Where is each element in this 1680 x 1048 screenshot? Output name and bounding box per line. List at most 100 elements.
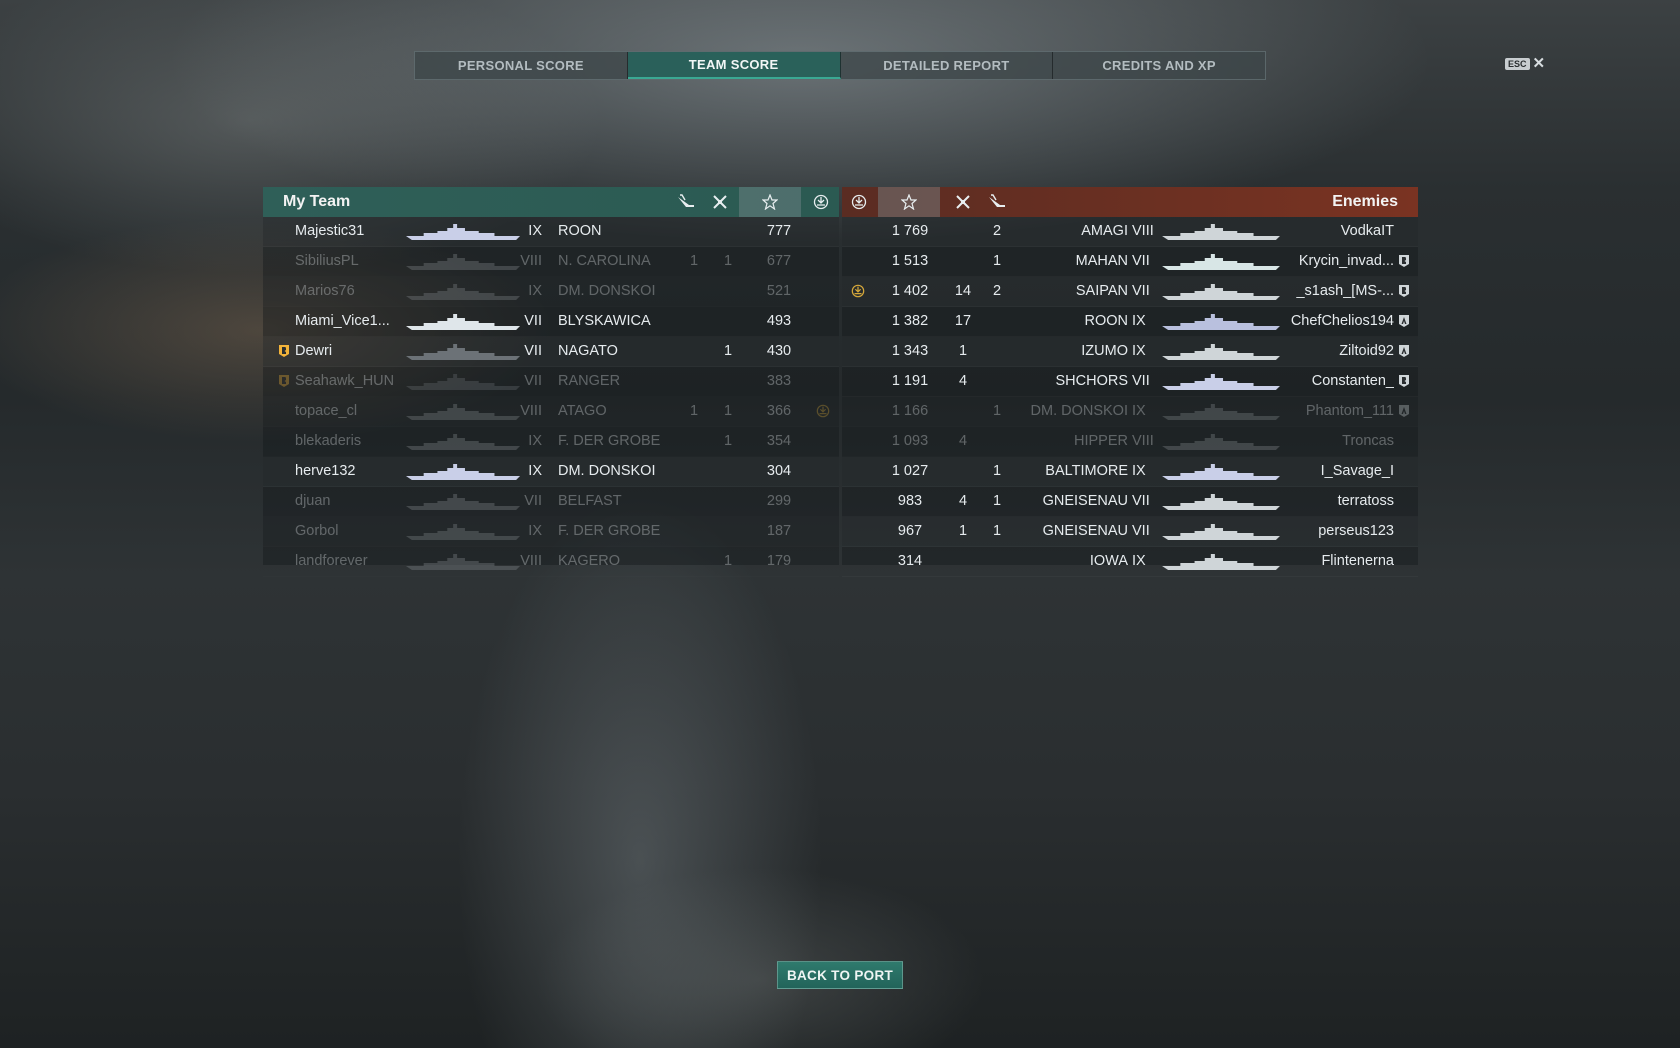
planes-shot-icon[interactable] bbox=[669, 187, 703, 217]
player-name[interactable]: I_Savage_I bbox=[1270, 457, 1394, 486]
back-to-port-button[interactable]: BACK TO PORT bbox=[777, 961, 903, 989]
planes-shot-count bbox=[677, 367, 711, 396]
tab-credits-and-xp[interactable]: CREDITS AND XP bbox=[1053, 52, 1265, 79]
my-team-title: My Team bbox=[283, 193, 351, 210]
player-name[interactable]: Constanten_ bbox=[1270, 367, 1394, 396]
player-row[interactable]: terratoss VII GNEISENAU 1 4 983 bbox=[842, 487, 1418, 517]
tab-personal-score[interactable]: PERSONAL SCORE bbox=[415, 52, 628, 79]
ship-name: KAGERO bbox=[558, 553, 621, 569]
player-name[interactable]: ChefChelios194 bbox=[1270, 307, 1394, 336]
close-button[interactable]: ESC ✕ bbox=[1505, 56, 1545, 71]
player-row[interactable]: landforever VIII KAGERO 1 179 bbox=[263, 547, 839, 577]
player-row[interactable]: Dewri VII NAGATO 1 430 bbox=[263, 337, 839, 367]
ship-name: HIPPER bbox=[1074, 433, 1128, 449]
player-name[interactable]: Phantom_111 bbox=[1270, 397, 1394, 426]
ships-destroyed-icon[interactable] bbox=[703, 187, 737, 217]
score-value: 354 bbox=[766, 433, 792, 449]
my-team-header: My Team bbox=[263, 187, 839, 217]
planes-shot-count bbox=[677, 457, 711, 486]
player-name[interactable]: herve132 bbox=[295, 457, 407, 486]
player-name[interactable]: Gorbol bbox=[295, 517, 407, 546]
player-row[interactable]: SibiliusPL VIII N. CAROLINA 1 1 677 bbox=[263, 247, 839, 277]
player-row[interactable]: Ziltoid92 IX IZUMO 1 1 343 bbox=[842, 337, 1418, 367]
player-name[interactable]: Marios76 bbox=[295, 277, 407, 306]
ship-tier: VII bbox=[524, 373, 542, 389]
my-team-rows: Majestic31 IX ROON 777 SibiliusPL VIII N. CARO… bbox=[263, 217, 839, 577]
player-row[interactable]: VodkaIT VIII AMAGI 2 1 769 bbox=[842, 217, 1418, 247]
player-name[interactable]: Krycin_invad... bbox=[1270, 247, 1394, 276]
planes-shot-icon[interactable] bbox=[980, 187, 1014, 217]
player-row[interactable]: Constanten_ VII SHCHORS 4 1 191 bbox=[842, 367, 1418, 397]
ship-silhouette-icon bbox=[1160, 251, 1282, 273]
score-star-icon[interactable] bbox=[878, 187, 940, 217]
player-row[interactable]: Gorbol IX F. DER GROBE 187 bbox=[263, 517, 839, 547]
ship-name: DM. DONSKOI bbox=[558, 463, 656, 479]
player-row[interactable]: herve132 IX DM. DONSKOI 304 bbox=[263, 457, 839, 487]
player-row[interactable]: Marios76 IX DM. DONSKOI 521 bbox=[263, 277, 839, 307]
player-row[interactable]: I_Savage_I IX BALTIMORE 1 1 027 bbox=[842, 457, 1418, 487]
base-capture-icon bbox=[807, 307, 839, 336]
base-capture-icon[interactable] bbox=[842, 187, 876, 217]
score-value: 1 513 bbox=[891, 253, 929, 269]
player-name[interactable]: _s1ash_[MS-... bbox=[1270, 277, 1394, 306]
score-value: 1 769 bbox=[891, 223, 929, 239]
base-capture-icon bbox=[842, 337, 874, 366]
player-name[interactable]: Troncas bbox=[1270, 427, 1394, 456]
score-value: 1 402 bbox=[891, 283, 929, 299]
ship-tier: IX bbox=[528, 433, 542, 449]
ship-name: IZUMO bbox=[1081, 343, 1128, 359]
player-row[interactable]: Troncas VIII HIPPER 4 1 093 bbox=[842, 427, 1418, 457]
player-name[interactable]: blekaderis bbox=[295, 427, 407, 456]
player-name[interactable]: Dewri bbox=[295, 337, 407, 366]
score-value: 299 bbox=[766, 493, 792, 509]
player-row[interactable]: Miami_Vice1... VII BLYSKAWICA 493 bbox=[263, 307, 839, 337]
player-row[interactable]: ChefChelios194 IX ROON 17 1 382 bbox=[842, 307, 1418, 337]
base-capture-icon[interactable] bbox=[803, 187, 839, 217]
planes-shot-count bbox=[980, 307, 1014, 336]
ships-destroyed-count: 1 bbox=[723, 343, 733, 359]
base-capture-icon bbox=[807, 247, 839, 276]
player-name[interactable]: VodkaIT bbox=[1270, 217, 1394, 246]
player-row[interactable]: Seahawk_HUN VII RANGER 383 bbox=[263, 367, 839, 397]
score-value: 430 bbox=[766, 343, 792, 359]
ships-destroyed-icon[interactable] bbox=[946, 187, 980, 217]
player-name[interactable]: topace_cl bbox=[295, 397, 407, 426]
player-name[interactable]: Ziltoid92 bbox=[1270, 337, 1394, 366]
planes-shot-count: 2 bbox=[992, 283, 1002, 299]
tab-team-score[interactable]: TEAM SCORE bbox=[627, 52, 841, 79]
player-row[interactable]: _s1ash_[MS-... VII SAIPAN 2 14 1 402 bbox=[842, 277, 1418, 307]
player-name[interactable]: Seahawk_HUN bbox=[295, 367, 407, 396]
player-name[interactable]: djuan bbox=[295, 487, 407, 516]
tab-detailed-report[interactable]: DETAILED REPORT bbox=[841, 52, 1054, 79]
base-capture-icon bbox=[842, 427, 874, 456]
player-row[interactable]: topace_cl VIII ATAGO 1 1 366 bbox=[263, 397, 839, 427]
player-row[interactable]: blekaderis IX F. DER GROBE 1 354 bbox=[263, 427, 839, 457]
player-row[interactable]: djuan VII BELFAST 299 bbox=[263, 487, 839, 517]
player-row[interactable]: Phantom_111 IX DM. DONSKOI 1 1 166 bbox=[842, 397, 1418, 427]
player-row[interactable]: perseus123 VII GNEISENAU 1 1 967 bbox=[842, 517, 1418, 547]
player-name[interactable]: Miami_Vice1... bbox=[295, 307, 407, 336]
ship-name: DM. DONSKOI bbox=[1030, 403, 1128, 419]
division-badge-icon bbox=[1398, 547, 1412, 576]
player-name[interactable]: Flintenerna bbox=[1270, 547, 1394, 576]
player-name[interactable]: Majestic31 bbox=[295, 217, 407, 246]
score-value: 677 bbox=[766, 253, 792, 269]
score-star-icon[interactable] bbox=[739, 187, 801, 217]
base-capture-icon bbox=[842, 307, 874, 336]
player-name[interactable]: SibiliusPL bbox=[295, 247, 407, 276]
player-row[interactable]: Majestic31 IX ROON 777 bbox=[263, 217, 839, 247]
player-row[interactable]: Flintenerna IX IOWA 314 bbox=[842, 547, 1418, 577]
player-name[interactable]: terratoss bbox=[1270, 487, 1394, 516]
player-row[interactable]: Krycin_invad... VII MAHAN 1 1 513 bbox=[842, 247, 1418, 277]
base-capture-icon bbox=[842, 217, 874, 246]
base-capture-icon bbox=[807, 427, 839, 456]
ship-name: AMAGI bbox=[1081, 223, 1128, 239]
division-badge-icon bbox=[278, 277, 290, 306]
ship-silhouette-icon bbox=[404, 521, 522, 543]
ships-destroyed-count: 17 bbox=[954, 313, 972, 329]
player-name[interactable]: landforever bbox=[295, 547, 407, 576]
ship-tier: VII bbox=[1132, 253, 1150, 269]
ship-silhouette-icon bbox=[1160, 281, 1282, 303]
ships-destroyed-count bbox=[711, 367, 745, 396]
player-name[interactable]: perseus123 bbox=[1270, 517, 1394, 546]
